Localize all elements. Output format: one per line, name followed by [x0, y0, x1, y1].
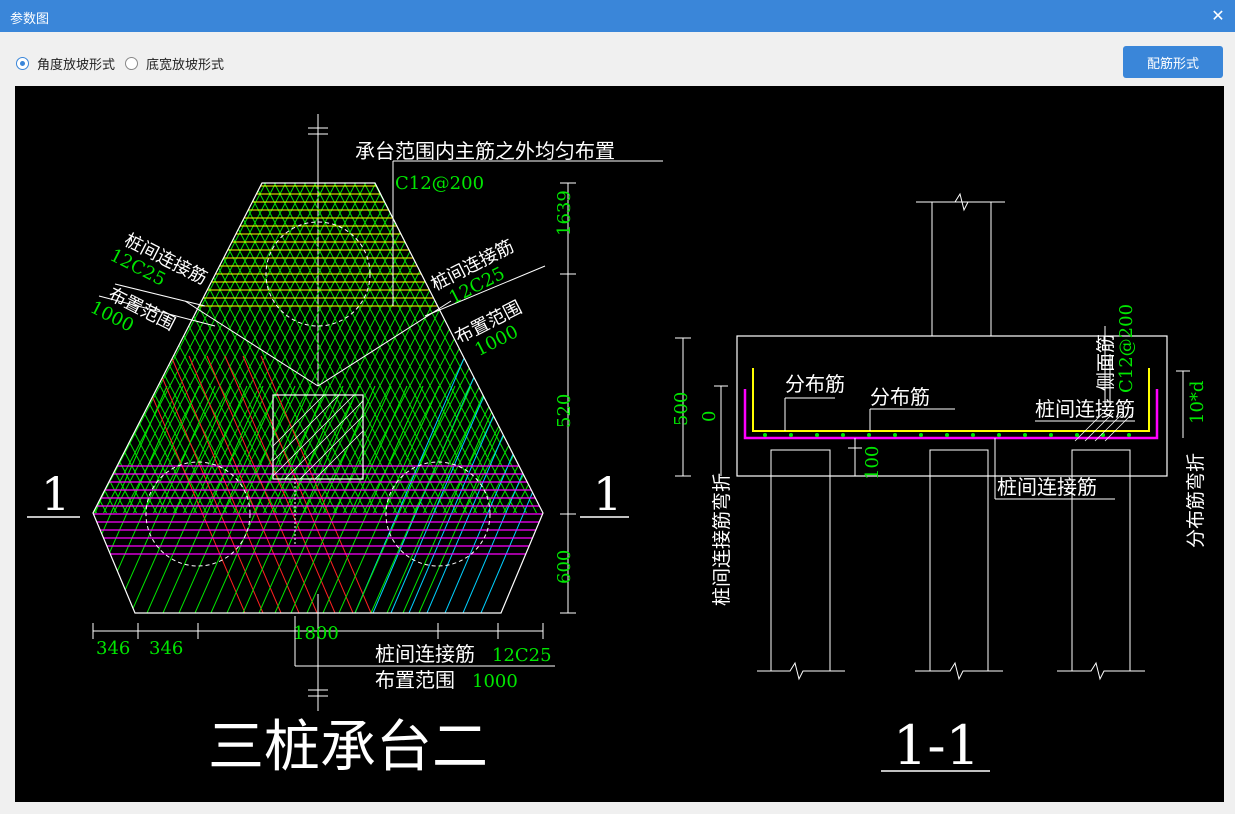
dim-bottom-total: 1800: [293, 623, 339, 644]
section-title: 1-1: [893, 714, 980, 777]
green-rebar-hatch: [93, 183, 543, 513]
radio-width-slope[interactable]: 底宽放坡形式: [125, 54, 224, 73]
dim-right-top: 1639: [554, 190, 575, 236]
section-mark-right: 1: [593, 467, 622, 521]
bottom-tie-label: 桩间连接筋: [375, 642, 475, 666]
section-mark-left: 1: [41, 467, 70, 521]
radio-angle-slope[interactable]: 角度放坡形式: [16, 54, 115, 73]
dim-right-bot: 600: [554, 550, 575, 584]
dim-left-zero: 0: [699, 411, 720, 422]
top-note: 承台范围内主筋之外均匀布置: [355, 139, 615, 163]
slope-form-radio-group: 角度放坡形式 底宽放坡形式: [16, 54, 234, 73]
window-title: 参数图: [10, 12, 50, 27]
pile-tie-bar-label-1: 桩间连接筋: [1035, 397, 1135, 421]
close-icon[interactable]: ✕: [1207, 5, 1229, 27]
pile-tie-bar-label-2: 桩间连接筋: [997, 475, 1097, 499]
options-toolbar: 角度放坡形式 底宽放坡形式 配筋形式: [0, 32, 1235, 86]
dim-left-height: 500: [671, 392, 692, 426]
bottom-range-label: 布置范围: [375, 668, 455, 692]
radio-unchecked-icon[interactable]: [125, 57, 139, 70]
dim-cover: 100: [862, 446, 883, 480]
rebar-form-button[interactable]: 配筋形式: [1123, 46, 1223, 78]
window-titlebar: 参数图 ✕: [0, 0, 1235, 32]
side-bar-spec: C12@200: [1116, 304, 1137, 393]
dim-bottom-a: 346: [96, 638, 130, 659]
parameter-drawing-svg: 1 1 承台范围内主筋之外均匀布置 C12@200 桩间连接筋 12C25 布置…: [27, 114, 1208, 780]
bottom-tie-spec: 12C25: [492, 645, 552, 666]
radio-angle-slope-label: 角度放坡形式: [37, 58, 116, 73]
side-bar-label: 侧面筋: [1095, 334, 1117, 391]
radio-width-slope-label: 底宽放坡形式: [146, 58, 225, 73]
radio-checked-icon[interactable]: [16, 57, 29, 70]
dist-bar-label-1: 分布筋: [785, 372, 845, 396]
plan-view: 1 1 承台范围内主筋之外均匀布置 C12@200 桩间连接筋 12C25 布置…: [27, 114, 663, 780]
bottom-range-val: 1000: [472, 671, 518, 692]
vertical-right-note: 分布筋弯折: [1185, 453, 1207, 548]
parameter-drawing-canvas: 1 1 承台范围内主筋之外均匀布置 C12@200 桩间连接筋 12C25 布置…: [15, 86, 1224, 802]
bend-length: 10*d: [1187, 381, 1208, 424]
dim-right-mid: 520: [554, 394, 575, 428]
vertical-left-note: 桩间连接筋弯折: [711, 473, 733, 606]
dim-bottom-b: 346: [149, 638, 183, 659]
top-spec: C12@200: [395, 173, 484, 194]
plan-title: 三桩承台二: [208, 715, 488, 780]
dist-bar-label-2: 分布筋: [870, 385, 930, 409]
section-view: 分布筋 分布筋 桩间连接筋 桩间连接筋 侧面筋 C12@200 10*d 500…: [671, 192, 1208, 777]
